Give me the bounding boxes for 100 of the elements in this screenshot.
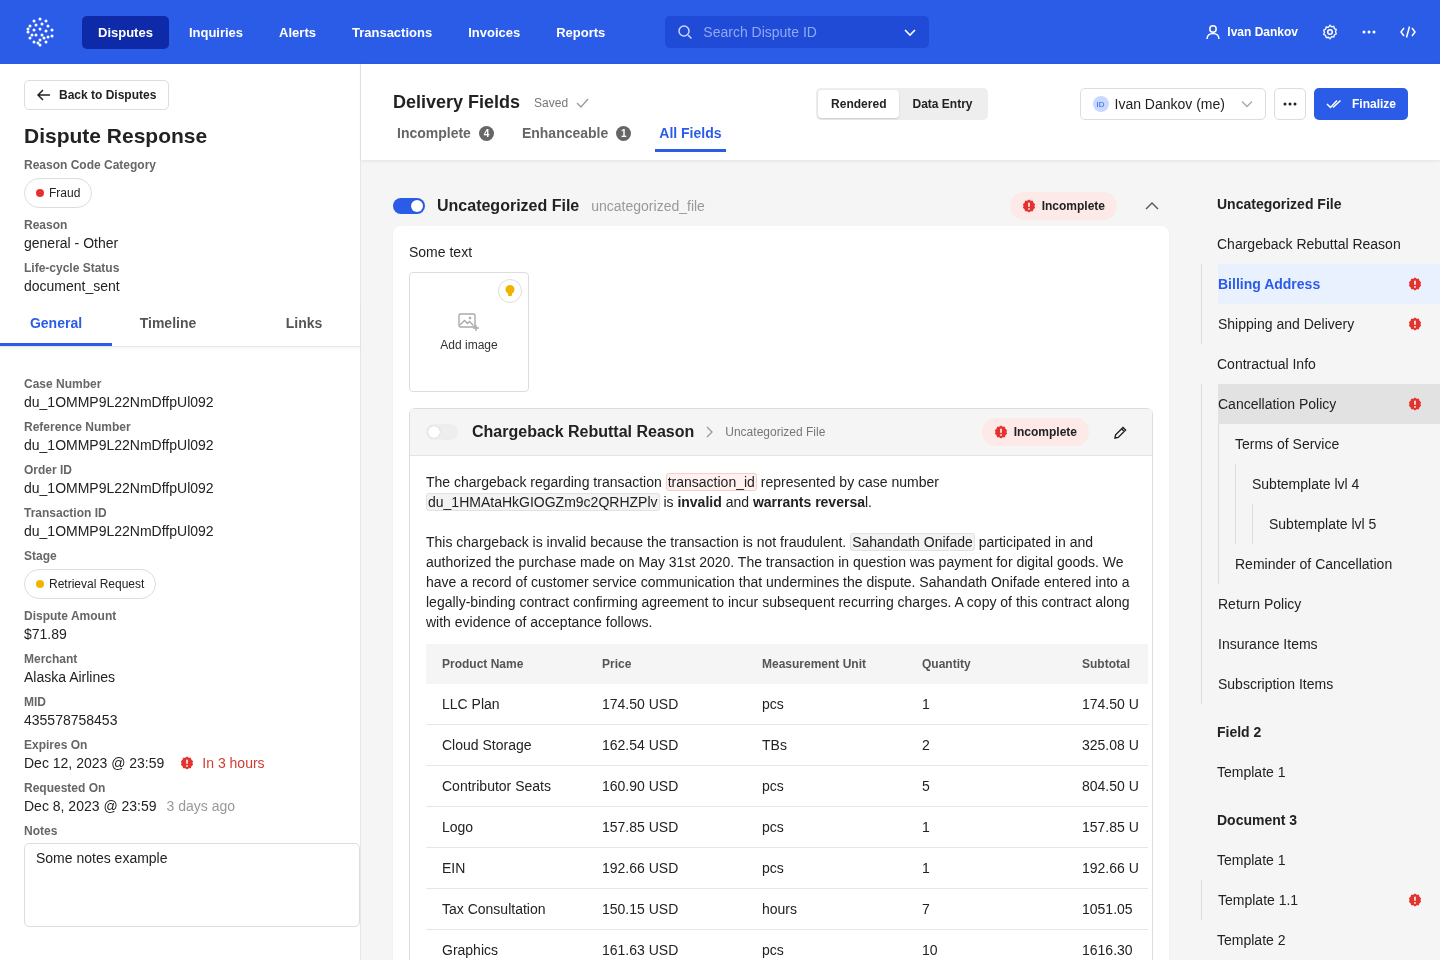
outline-item[interactable]: Terms of Service <box>1235 424 1440 464</box>
field-label: Dispute Amount <box>24 609 117 623</box>
outline-item[interactable]: Contractual Info <box>1201 344 1440 384</box>
nav-tab[interactable]: Inquiries <box>172 15 260 49</box>
table-cell-text: pcs <box>761 942 785 958</box>
field-value: 435578758453 <box>24 712 118 728</box>
field-value: Alaska Airlines <box>24 669 116 685</box>
search-field[interactable]: Search Dispute ID <box>665 16 930 48</box>
outline-item[interactable]: Subtemplate lvl 5 <box>1269 504 1440 544</box>
back-button[interactable]: Back to Disputes <box>24 80 170 110</box>
search-input[interactable]: Search Dispute ID <box>701 23 896 41</box>
outline-item[interactable]: Subscription Items <box>1218 664 1440 704</box>
field-value: $71.89 <box>24 626 67 642</box>
table-cell-text: 10 <box>921 942 939 958</box>
table-cell-text: 5 <box>921 778 931 794</box>
outline-item[interactable]: Billing Address <box>1218 264 1440 304</box>
table-cell-text: 1 <box>921 860 931 876</box>
chevron-up-icon[interactable] <box>1145 202 1159 210</box>
outline-item[interactable]: Template 1 <box>1201 840 1440 880</box>
nav-tab[interactable]: Disputes <box>82 15 169 49</box>
table-cell-text: 804.50 U <box>1081 778 1140 794</box>
column-header: Quantity <box>921 657 972 671</box>
arrow-left-icon <box>37 89 51 101</box>
more-icon[interactable] <box>1362 30 1376 34</box>
column-header: Product Name <box>441 657 525 671</box>
outline-heading[interactable]: Document 3 <box>1201 800 1440 840</box>
assignee-select[interactable]: ID Ivan Dankov (me) <box>1079 88 1266 120</box>
tab[interactable]: All Fields <box>655 125 726 152</box>
field-value: document_sent <box>24 278 120 294</box>
table-cell-text: 1051.05 <box>1081 901 1134 917</box>
view-option[interactable]: Rendered <box>818 90 900 118</box>
table-cell-text: 157.85 U <box>1081 819 1140 835</box>
outline-item[interactable]: Insurance Items <box>1218 624 1440 664</box>
user-menu[interactable]: Ivan Dankov <box>1205 24 1298 40</box>
table-cell-text: hours <box>761 901 799 917</box>
nav-tab[interactable]: Transactions <box>335 15 449 49</box>
outline-item[interactable]: Template 1 <box>1201 752 1440 792</box>
add-image-tile[interactable]: Add image <box>409 272 529 392</box>
tab[interactable]: Incomplete 4 <box>393 125 498 152</box>
toggle-switch[interactable] <box>393 198 425 214</box>
outline-item[interactable]: Chargeback Rebuttal Reason <box>1201 224 1440 264</box>
check-icon <box>576 97 590 108</box>
outline-item[interactable]: Reminder of Cancellation <box>1235 544 1440 584</box>
table-cell-text: 7 <box>921 901 931 917</box>
field-label: Notes <box>24 824 58 838</box>
field-label: Merchant <box>24 652 78 666</box>
alert-icon <box>993 425 1008 439</box>
outline-heading[interactable]: Uncategorized File <box>1201 184 1440 224</box>
nav-tab[interactable]: Alerts <box>263 15 332 49</box>
section-key: uncategorized_file <box>591 198 705 214</box>
field-label: Transaction ID <box>24 506 107 520</box>
field-label: Reason Code Category <box>24 158 157 172</box>
notes-field[interactable]: Some notes example <box>24 843 360 927</box>
outline-item[interactable]: Template 1.1 <box>1218 880 1440 920</box>
outline-item[interactable]: Cancellation Policy <box>1218 384 1440 424</box>
field-title: Chargeback Rebuttal Reason <box>472 423 695 441</box>
field-label: Expires On <box>24 738 88 752</box>
edit-icon[interactable] <box>1113 424 1128 440</box>
column-header: Subtotal <box>1081 657 1131 671</box>
section-title: Uncategorized File <box>437 197 580 215</box>
table-cell-text: 161.63 USD <box>601 942 680 958</box>
chevron-right-icon <box>706 426 714 438</box>
table-cell-text: TBs <box>761 737 788 753</box>
nav-tab[interactable]: Invoices <box>452 15 537 49</box>
field-label: Case Number <box>24 377 102 391</box>
table-cell-text: 1 <box>921 696 931 712</box>
nav-tab[interactable]: Reports <box>540 15 622 49</box>
field-value: du_1OMMP9L22NmDffpUl092 <box>24 394 214 410</box>
table-cell-text: 325.08 U <box>1081 737 1140 753</box>
finalize-button[interactable]: Finalize <box>1314 88 1408 120</box>
tab[interactable]: Timeline <box>112 304 224 346</box>
table-cell-text: 174.50 U <box>1081 696 1140 712</box>
column-header: Measurement Unit <box>761 657 868 671</box>
field-label: MID <box>24 695 46 709</box>
table-cell-text: 192.66 U <box>1081 860 1140 876</box>
code-icon[interactable] <box>1400 25 1416 39</box>
alert-icon <box>1021 199 1036 213</box>
status-label: Fraud <box>49 186 81 200</box>
view-option[interactable]: Data Entry <box>899 90 986 118</box>
alert-icon <box>1408 277 1422 291</box>
alert-icon <box>1408 893 1422 907</box>
outline-item[interactable]: Template 2 <box>1201 920 1440 960</box>
user-icon <box>1205 24 1222 40</box>
page-title: Dispute Response <box>24 124 209 148</box>
search-icon <box>677 24 694 40</box>
logo-icon[interactable] <box>24 16 56 48</box>
table-cell-text: 174.50 USD <box>601 696 680 712</box>
toggle-switch[interactable] <box>426 424 458 440</box>
table-cell-text: 150.15 USD <box>601 901 680 917</box>
outline-item[interactable]: Subtemplate lvl 4 <box>1252 464 1440 504</box>
time-note: 3 days ago <box>166 798 236 814</box>
outline-heading[interactable]: Field 2 <box>1201 712 1440 752</box>
tab[interactable]: Links <box>248 304 360 346</box>
outline-item[interactable]: Return Policy <box>1218 584 1440 624</box>
breadcrumb[interactable]: Uncategorized File <box>725 425 826 439</box>
status-badge: Incomplete <box>981 418 1089 446</box>
tab[interactable]: General <box>0 304 112 346</box>
settings-icon[interactable] <box>1322 24 1338 40</box>
outline-item[interactable]: Shipping and Delivery <box>1218 304 1440 344</box>
tab[interactable]: Enhanceable 1 <box>517 125 636 152</box>
